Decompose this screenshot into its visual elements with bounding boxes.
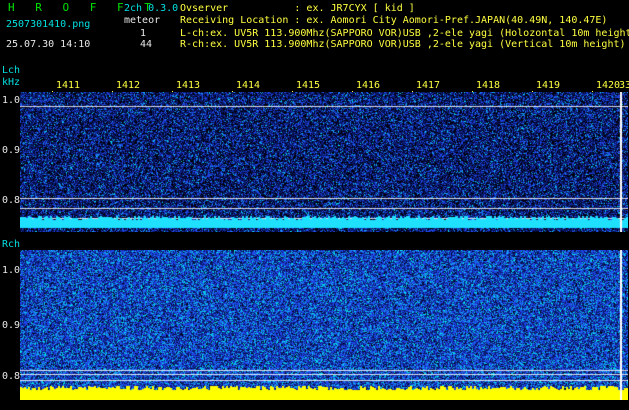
lch-label: Lch [2, 65, 21, 76]
file-name: 2507301410.png [6, 19, 91, 30]
time-tick-1419: 1419 [536, 80, 561, 91]
rch-spectrogram [20, 250, 628, 400]
time-tick-1412: 1412 [116, 80, 141, 91]
time-tick-end: 33 [619, 80, 629, 91]
lch-ytick-1-0: 1.0 [2, 95, 21, 106]
observer-line: Ovserver : ex. JR7CYX [ kid ] [180, 3, 415, 14]
time-tick-1413: 1413 [176, 80, 201, 91]
time-tick-1414: 1414 [236, 80, 261, 91]
lch-spectrogram [20, 92, 628, 232]
meteor-count-r: 44 [140, 39, 153, 50]
rch-ytick-1-0: 1.0 [2, 265, 21, 276]
rch-info-line: R-ch:ex. UV5R 113.900Mhz(SAPPORO VOR)USB… [180, 39, 626, 50]
rch-label: Rch [2, 239, 21, 250]
time-tick-1416: 1416 [356, 80, 381, 91]
rch-ytick-0-9: 0.9 [2, 320, 21, 331]
version-label: 2ch 0.3.0 [124, 3, 179, 14]
meteor-label: meteor [124, 15, 161, 26]
meteor-count-l: 1 [140, 28, 147, 39]
rch-ytick-0-8: 0.8 [2, 371, 21, 382]
lch-info-line: L-ch:ex. UV5R 113.900Mhz(SAPPORO VOR)USB… [180, 28, 629, 39]
time-tick-1420: 1420 [596, 80, 621, 91]
time-tick-1417: 1417 [416, 80, 441, 91]
lch-ytick-0-8: 0.8 [2, 195, 21, 206]
lch-unit: kHz [2, 77, 21, 88]
location-line: Receiving Location : ex. Aomori City Aom… [180, 15, 608, 26]
time-tick-1418: 1418 [476, 80, 501, 91]
capture-datetime: 25.07.30 14:10 [6, 39, 91, 50]
time-tick-1415: 1415 [296, 80, 321, 91]
lch-ytick-0-9: 0.9 [2, 145, 21, 156]
time-tick-1411: 1411 [56, 80, 81, 91]
